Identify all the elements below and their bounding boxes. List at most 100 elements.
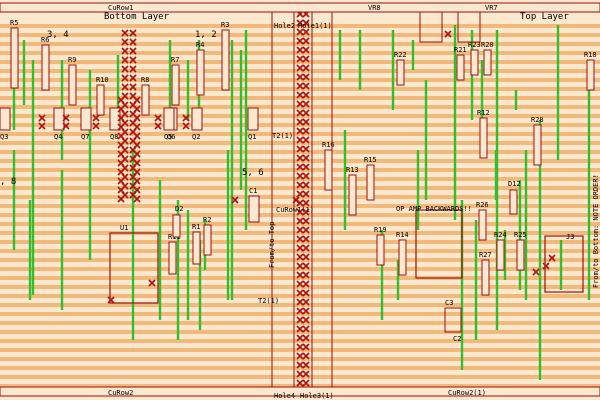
transistor-body <box>163 107 175 131</box>
transistor-body <box>0 107 11 131</box>
diode-d12 <box>509 189 518 215</box>
t2-bottom-label: T2(1) <box>258 297 279 305</box>
resistor-label: R18 <box>584 51 597 59</box>
copper-strip <box>0 339 600 343</box>
resistor-body <box>470 49 479 76</box>
transistor-body <box>80 107 92 131</box>
copper-strip <box>0 303 600 307</box>
rail-label-curow2: CuRow2 <box>108 389 133 397</box>
resistor-body <box>196 49 205 96</box>
stripboard-svg: R5R6R9R10R8R7R4R3R11R1R2R23R22R21R20R18R… <box>0 2 600 400</box>
resistor-body <box>456 54 465 81</box>
transistor-label: Q4 <box>54 133 62 141</box>
connector-label: J3 <box>566 233 574 241</box>
resistor-label: R14 <box>396 231 409 239</box>
copper-strip <box>0 276 600 280</box>
transistor-label: Q5 <box>164 133 172 141</box>
pins-8-note: , 8 <box>0 177 16 187</box>
capacitor-c1 <box>248 195 260 223</box>
hole1-label: Hole1(1) <box>298 22 332 30</box>
resistor-label: R20 <box>481 41 494 49</box>
copper-strip <box>0 330 600 334</box>
from-top-note: From/to Top <box>268 222 276 268</box>
transistor-label: Q7 <box>81 133 89 141</box>
resistor-body <box>396 59 405 86</box>
resistor-label: R24 <box>494 231 507 239</box>
stripboard-layout: R5R6R9R10R8R7R4R3R11R1R2R23R22R21R20R18R… <box>0 0 600 400</box>
copper-strip <box>0 294 600 298</box>
resistor-body <box>398 239 407 276</box>
resistor-label: R3 <box>221 21 229 29</box>
capacitor-c3-c2 <box>444 307 462 333</box>
copper-strip <box>0 51 600 55</box>
ic-label: U1 <box>120 224 128 232</box>
copper-strip <box>0 285 600 289</box>
resistor-body <box>376 234 385 266</box>
resistor-label: R22 <box>394 51 407 59</box>
pins-56-note: 5, 6 <box>242 168 264 178</box>
resistor-label: R9 <box>68 56 76 64</box>
resistor-body <box>203 224 212 256</box>
transistor-body <box>191 107 203 131</box>
copper-strip <box>0 348 600 352</box>
rail-label-vr7: VR7 <box>485 4 498 12</box>
resistor-body <box>366 164 375 201</box>
copper-strip <box>0 60 600 64</box>
copper-strip <box>0 357 600 361</box>
diode-label: D2 <box>175 205 183 213</box>
resistor-label: R7 <box>171 56 179 64</box>
hole2-label: Hole2 <box>274 22 295 30</box>
diode-label: D12 <box>508 180 521 188</box>
bottom-layer-heading: Bottom Layer <box>104 12 170 22</box>
from-bottom-note: From/to Bottom: NOTE ORDER! <box>592 174 600 288</box>
capacitor-label: C3 <box>445 299 453 307</box>
copper-strip <box>0 267 600 271</box>
capacitor-label: C2 <box>453 335 461 343</box>
resistor-label: R4 <box>196 41 204 49</box>
resistor-body <box>324 149 333 191</box>
transistor-label: Q3 <box>0 133 8 141</box>
connector-j3 <box>544 235 584 293</box>
resistor-body <box>192 231 201 265</box>
resistor-body <box>496 239 505 271</box>
resistor-body <box>533 124 542 166</box>
transistor-body <box>247 107 259 131</box>
transistor-label: Q1 <box>248 133 256 141</box>
resistor-label: R19 <box>374 226 387 234</box>
resistor-label: R15 <box>364 156 377 164</box>
resistor-label: R8 <box>141 76 149 84</box>
resistor-body <box>96 84 105 116</box>
resistor-label: R10 <box>96 76 109 84</box>
rail-label-vr8: VR8 <box>368 4 381 12</box>
resistor-body <box>481 259 490 296</box>
copper-strip <box>0 42 600 46</box>
copper-strip <box>0 375 600 379</box>
copper-strip <box>0 33 600 37</box>
resistor-body <box>483 49 492 76</box>
resistor-body <box>10 27 19 89</box>
resistor-body <box>68 64 77 106</box>
resistor-label: R28 <box>531 116 544 124</box>
transistor-label: Q8 <box>110 133 118 141</box>
resistor-label: R16 <box>322 141 335 149</box>
op-amp-note: OP AMP BACKWARDS!! <box>396 205 472 213</box>
resistor-body <box>586 59 595 91</box>
pins-12-note: 1, 2 <box>195 30 217 40</box>
resistor-body <box>348 174 357 216</box>
resistor-body <box>478 209 487 241</box>
t2-top-label: T2(1) <box>272 132 293 140</box>
resistor-body <box>171 64 180 106</box>
resistor-body <box>168 241 177 275</box>
transistor-label: Q2 <box>192 133 200 141</box>
rail-label-curow1: CuRow1 <box>108 4 133 12</box>
resistor-label: R27 <box>479 251 492 259</box>
capacitor-label: C1 <box>249 187 257 195</box>
rail-label-curow2-1: CuRow2(1) <box>448 389 486 397</box>
resistor-label: R25 <box>514 231 527 239</box>
resistor-label: R1 <box>192 223 200 231</box>
resistor-label: R5 <box>10 19 18 27</box>
copper-strip <box>0 321 600 325</box>
resistor-label: R21 <box>454 46 467 54</box>
top-rail <box>0 2 600 13</box>
hole3-label: Hole3(1) <box>300 392 334 400</box>
